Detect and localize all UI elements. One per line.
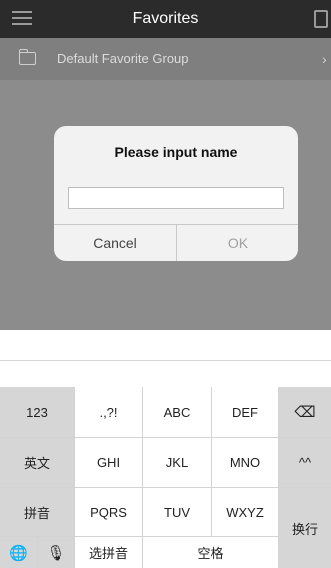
globe-icon: 🌐 xyxy=(9,544,28,562)
backspace-icon: ⌫ xyxy=(294,404,316,421)
list-item-default-group[interactable]: Default Favorite Group › xyxy=(0,38,331,80)
key-pqrs[interactable]: PQRS xyxy=(75,488,142,536)
edit-icon[interactable] xyxy=(314,10,328,28)
key-123[interactable]: 123 xyxy=(0,387,74,437)
chevron-right-icon: › xyxy=(322,51,327,67)
microphone-icon: 🎙 xyxy=(46,544,66,562)
key-english[interactable]: 英文 xyxy=(0,438,74,487)
group-label: Default Favorite Group xyxy=(57,51,189,66)
name-input[interactable] xyxy=(68,187,284,209)
favorites-list: Default Favorite Group › Please input na… xyxy=(0,38,331,330)
key-wxyz[interactable]: WXYZ xyxy=(212,488,278,536)
key-pinyin[interactable]: 拼音 xyxy=(0,488,74,536)
name-input-dialog: Please input name Cancel OK xyxy=(54,126,298,261)
mic-key[interactable]: 🎙 xyxy=(38,537,74,568)
cancel-button[interactable]: Cancel xyxy=(54,225,176,261)
candidate-bar xyxy=(0,361,331,387)
key-ghi[interactable]: GHI xyxy=(75,438,142,487)
key-emoticon[interactable]: ^^ xyxy=(279,438,331,487)
globe-key[interactable]: 🌐 xyxy=(0,537,37,568)
key-def[interactable]: DEF xyxy=(212,387,278,437)
select-pinyin-key[interactable]: 选拼音 xyxy=(75,537,142,568)
text-input-strip[interactable] xyxy=(0,330,331,361)
folder-icon xyxy=(18,49,36,65)
keyboard: 123 .,?! ABC DEF ⌫ 英文 GHI JKL MNO ^^ 拼音 … xyxy=(0,387,331,568)
key-abc[interactable]: ABC xyxy=(143,387,211,437)
key-jkl[interactable]: JKL xyxy=(143,438,211,487)
key-tuv[interactable]: TUV xyxy=(143,488,211,536)
page-title: Favorites xyxy=(132,10,199,27)
key-mno[interactable]: MNO xyxy=(212,438,278,487)
enter-key[interactable]: 换行 xyxy=(279,488,331,568)
space-key[interactable]: 空格 xyxy=(143,537,278,568)
key-punctuation[interactable]: .,?! xyxy=(75,387,142,437)
backspace-key[interactable]: ⌫ xyxy=(279,387,331,437)
dialog-title: Please input name xyxy=(114,144,238,160)
navigation-bar: Favorites xyxy=(0,0,331,38)
ok-button[interactable]: OK xyxy=(177,225,298,261)
